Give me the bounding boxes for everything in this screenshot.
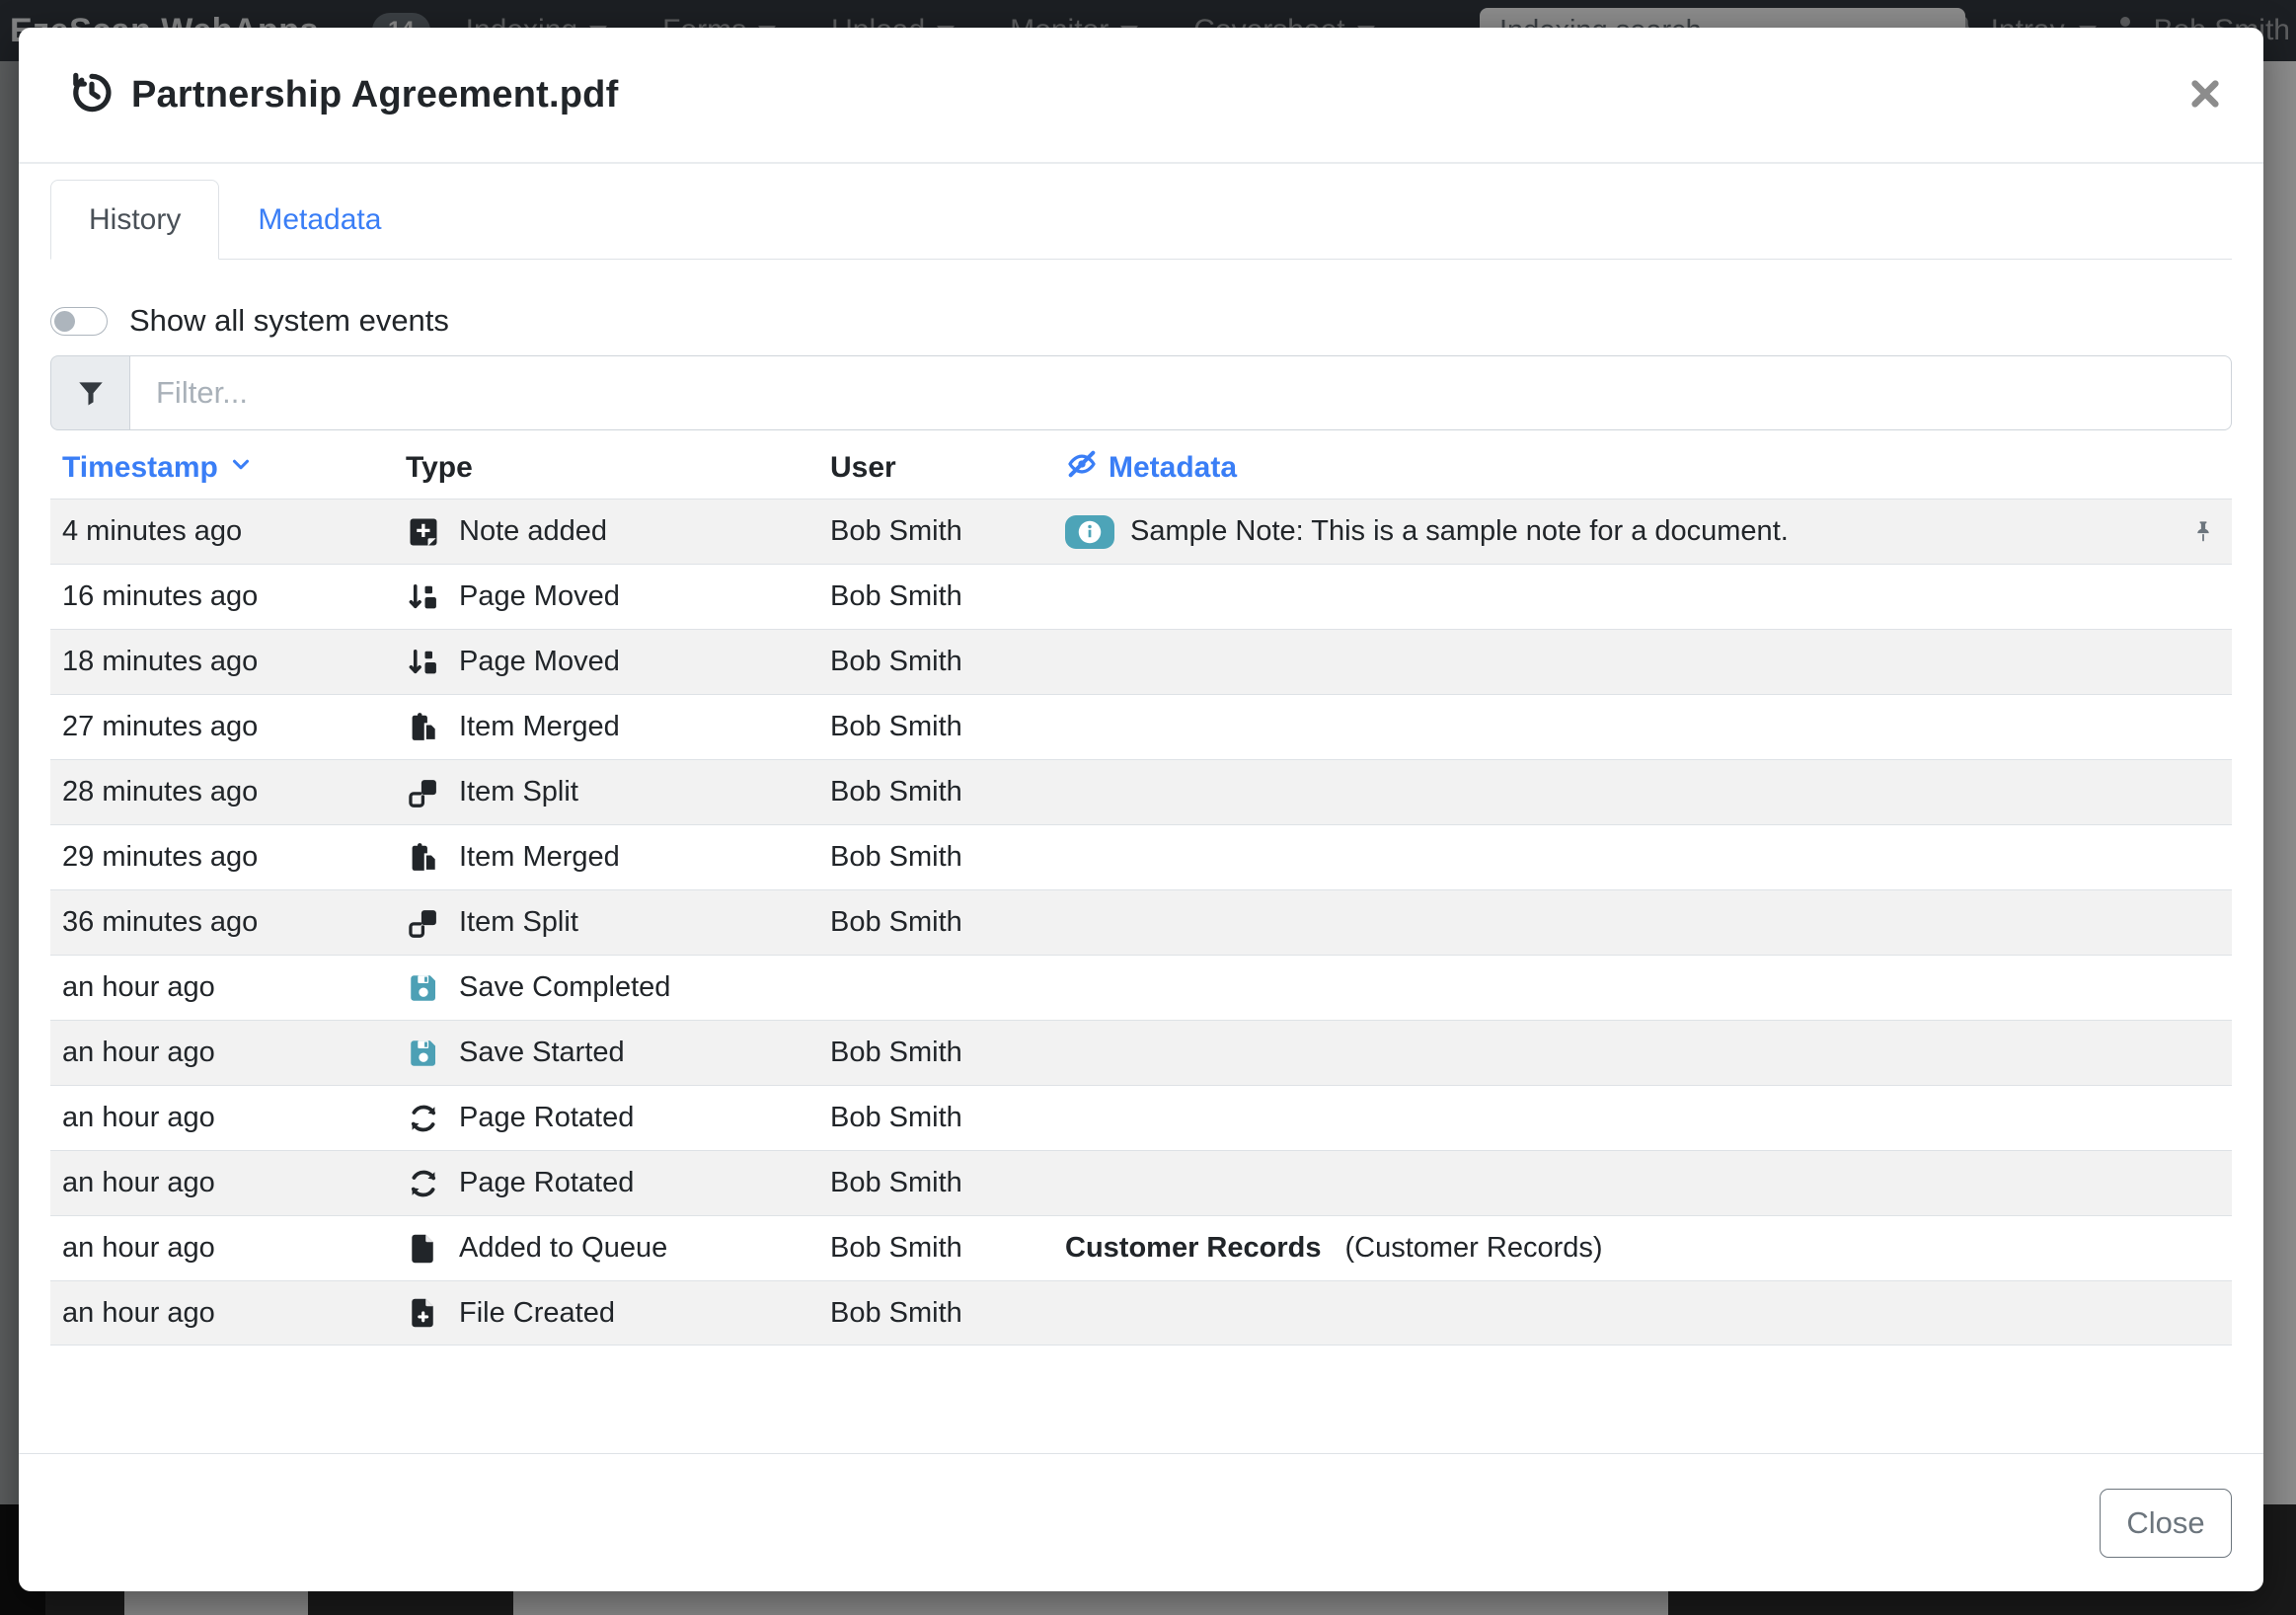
save-icon (406, 970, 441, 1006)
tab-bar: History Metadata (50, 180, 2232, 260)
table-row: an hour ago Page Rotated Bob Smith (50, 1150, 2232, 1215)
table-body: 4 minutes ago Note added Bob Smith Sampl… (50, 499, 2232, 1346)
row-user: Bob Smith (818, 711, 1053, 743)
column-header-user: User (818, 451, 1053, 485)
row-user: Bob Smith (818, 580, 1053, 613)
row-user: Bob Smith (818, 906, 1053, 939)
info-icon (1065, 515, 1114, 549)
system-events-toggle-row: Show all system events (50, 303, 2232, 339)
row-type-label: Page Rotated (459, 1102, 634, 1134)
filter-input[interactable] (130, 355, 2232, 430)
table-row: 4 minutes ago Note added Bob Smith Sampl… (50, 499, 2232, 564)
row-user: Bob Smith (818, 1297, 1053, 1330)
row-user: Bob Smith (818, 646, 1053, 678)
item-split-icon (406, 775, 441, 810)
row-type-label: Added to Queue (459, 1232, 667, 1265)
row-timestamp: 27 minutes ago (50, 711, 394, 743)
history-icon (68, 69, 115, 121)
table-row: an hour ago Save Completed (50, 955, 2232, 1020)
page-rotated-icon (406, 1101, 441, 1136)
row-timestamp: an hour ago (50, 1167, 394, 1199)
eye-slash-icon (1065, 447, 1099, 489)
row-type-label: Item Split (459, 776, 578, 808)
row-timestamp: 28 minutes ago (50, 776, 394, 808)
document-history-modal: Partnership Agreement.pdf History Metada… (19, 28, 2263, 1591)
table-row: 27 minutes ago Item Merged Bob Smith (50, 694, 2232, 759)
switch-label: Show all system events (129, 303, 449, 339)
column-header-type: Type (394, 451, 818, 485)
row-timestamp: 16 minutes ago (50, 580, 394, 613)
row-type-label: Save Completed (459, 971, 670, 1004)
close-button[interactable]: Close (2100, 1489, 2232, 1558)
row-timestamp: an hour ago (50, 1232, 394, 1265)
note-added-icon (406, 514, 441, 550)
history-table: Timestamp Type User Metadata (50, 437, 2232, 1346)
item-split-icon (406, 905, 441, 941)
table-row: an hour ago File Created Bob Smith (50, 1280, 2232, 1346)
modal-title: Partnership Agreement.pdf (131, 74, 618, 116)
sort-chevron-down-icon (228, 451, 254, 485)
column-header-timestamp[interactable]: Timestamp (50, 451, 394, 485)
row-timestamp: an hour ago (50, 1037, 394, 1069)
save-icon (406, 1036, 441, 1071)
row-metadata: Customer Records (Customer Records) (1053, 1232, 2177, 1265)
row-timestamp: 29 minutes ago (50, 841, 394, 874)
tab-metadata[interactable]: Metadata (219, 180, 420, 260)
row-type-label: Save Started (459, 1037, 625, 1069)
row-type-label: File Created (459, 1297, 615, 1330)
row-type-label: Item Merged (459, 841, 620, 874)
table-row: an hour ago Page Rotated Bob Smith (50, 1085, 2232, 1150)
row-timestamp: an hour ago (50, 1297, 394, 1330)
table-row: 18 minutes ago Page Moved Bob Smith (50, 629, 2232, 694)
filter-group (50, 355, 2232, 430)
page-moved-icon (406, 579, 441, 615)
switch-knob (54, 311, 75, 332)
row-type-label: Item Merged (459, 711, 620, 743)
row-timestamp: an hour ago (50, 1102, 394, 1134)
row-type-label: Item Split (459, 906, 578, 939)
modal-footer: Close (19, 1453, 2263, 1591)
table-row: 28 minutes ago Item Split Bob Smith (50, 759, 2232, 824)
item-merged-icon (406, 840, 441, 876)
table-row: 36 minutes ago Item Split Bob Smith (50, 889, 2232, 955)
row-timestamp: 18 minutes ago (50, 646, 394, 678)
table-row: 29 minutes ago Item Merged Bob Smith (50, 824, 2232, 889)
table-row: 16 minutes ago Page Moved Bob Smith (50, 564, 2232, 629)
row-type-label: Page Moved (459, 646, 620, 678)
table-row: an hour ago Save Started Bob Smith (50, 1020, 2232, 1085)
row-timestamp: 36 minutes ago (50, 906, 394, 939)
tab-history[interactable]: History (50, 180, 219, 260)
column-header-metadata[interactable]: Metadata (1053, 447, 2177, 489)
table-header-row: Timestamp Type User Metadata (50, 437, 2232, 499)
row-metadata-queue-name: Customer Records (1065, 1232, 1321, 1265)
pin-icon[interactable] (2177, 516, 2232, 548)
item-merged-icon (406, 710, 441, 745)
row-metadata-text: (Customer Records) (1344, 1232, 1602, 1265)
row-user: Bob Smith (818, 1102, 1053, 1134)
modal-body: History Metadata Show all system events … (19, 164, 2263, 1453)
file-created-icon (406, 1295, 441, 1331)
close-icon[interactable] (2181, 69, 2230, 121)
filter-icon (50, 355, 130, 430)
row-type-label: Note added (459, 515, 607, 548)
row-user: Bob Smith (818, 1232, 1053, 1265)
row-user: Bob Smith (818, 776, 1053, 808)
row-type-label: Page Rotated (459, 1167, 634, 1199)
row-timestamp: 4 minutes ago (50, 515, 394, 548)
page-rotated-icon (406, 1166, 441, 1201)
row-user: Bob Smith (818, 515, 1053, 548)
row-type-label: Page Moved (459, 580, 620, 613)
row-user: Bob Smith (818, 841, 1053, 874)
show-system-events-switch[interactable] (50, 307, 108, 336)
modal-header: Partnership Agreement.pdf (19, 28, 2263, 164)
row-user: Bob Smith (818, 1167, 1053, 1199)
page-moved-icon (406, 645, 441, 680)
row-user: Bob Smith (818, 1037, 1053, 1069)
row-metadata-text: Sample Note: This is a sample note for a… (1130, 515, 1789, 548)
row-timestamp: an hour ago (50, 971, 394, 1004)
row-metadata: Sample Note: This is a sample note for a… (1053, 515, 2177, 549)
added-to-queue-icon (406, 1231, 441, 1267)
table-row: an hour ago Added to Queue Bob Smith Cus… (50, 1215, 2232, 1280)
